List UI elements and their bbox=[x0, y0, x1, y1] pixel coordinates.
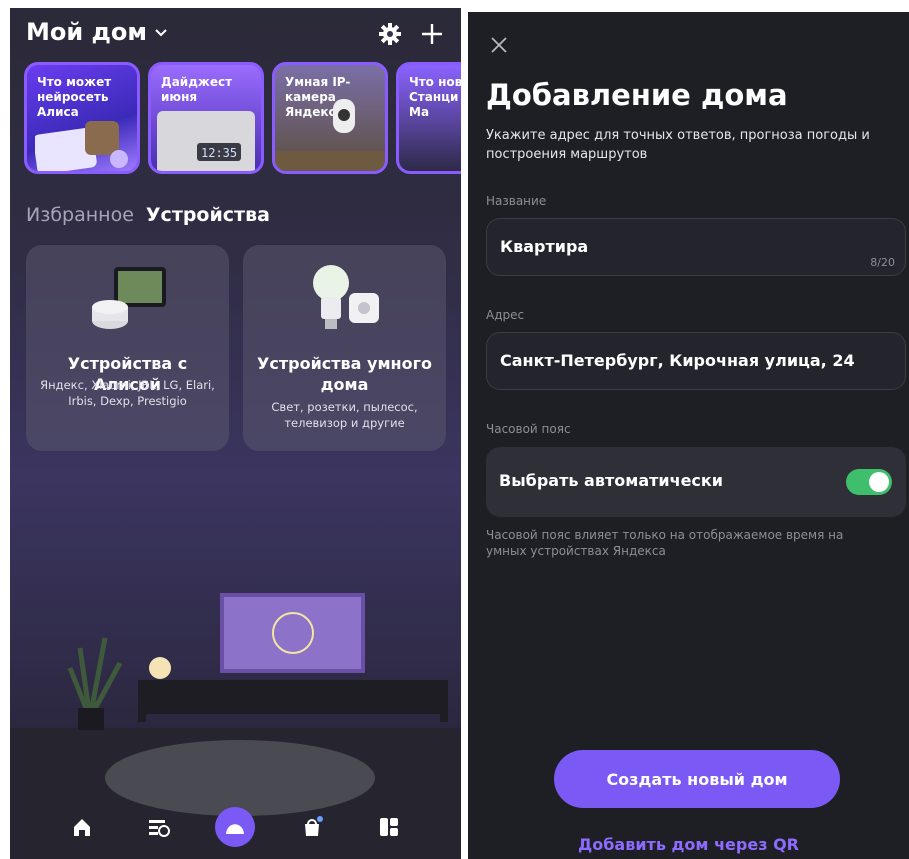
tab-favorites[interactable]: Избранное bbox=[26, 204, 134, 226]
page-subtitle: Укажите адрес для точных ответов, прогно… bbox=[486, 128, 870, 162]
smart-bulb-plug-illustration bbox=[313, 265, 379, 329]
tab-devices[interactable]: Устройства bbox=[146, 204, 270, 226]
stories-carousel: Что может нейросеть Алиса Дайджест июня … bbox=[24, 62, 461, 174]
story-card[interactable]: Умная IP-камера Яндекса bbox=[272, 62, 388, 174]
page-title: Добавление дома bbox=[486, 78, 788, 112]
alice-icon[interactable] bbox=[215, 807, 256, 847]
home-screen: Мой дом Что может нейросеть Алиса Дайдже… bbox=[10, 8, 461, 859]
alice-devices-card[interactable]: Устройства с Алисой Яндекс, Xiaomi, JBL,… bbox=[26, 245, 229, 451]
home-selector[interactable]: Мой дом bbox=[26, 18, 169, 46]
add-home-via-qr-link[interactable]: Добавить дом через QR bbox=[468, 835, 909, 854]
timezone-section-label: Часовой пояс bbox=[486, 422, 571, 436]
home-title: Мой дом bbox=[26, 18, 148, 46]
card-title: Устройства умного дома bbox=[257, 354, 432, 394]
widgets-icon[interactable] bbox=[369, 807, 409, 847]
name-value: Квартира bbox=[500, 237, 589, 256]
story-illustration bbox=[35, 121, 128, 171]
add-plus-icon[interactable] bbox=[418, 20, 446, 48]
timezone-auto-toggle[interactable] bbox=[846, 469, 892, 495]
story-illustration: 12:35 bbox=[157, 111, 255, 171]
story-text: Дайджест июня bbox=[161, 75, 233, 104]
create-home-button[interactable]: Создать новый дом bbox=[554, 750, 840, 808]
timezone-auto-label: Выбрать автоматически bbox=[499, 471, 723, 490]
shop-icon[interactable] bbox=[292, 807, 332, 847]
story-card[interactable]: Дайджест июня 12:35 bbox=[148, 62, 264, 174]
story-text: Что нов Станци Дуо Ма bbox=[409, 75, 461, 119]
story-card[interactable]: Что может нейросеть Алиса bbox=[24, 62, 140, 174]
alice-speaker-illustration bbox=[92, 267, 166, 329]
svg-text:12:35: 12:35 bbox=[201, 146, 237, 160]
bottom-nav bbox=[10, 795, 461, 859]
address-value: Санкт-Петербург, Кирочная улица, 24 bbox=[500, 351, 855, 370]
timezone-note: Часовой пояс влияет только на отображаем… bbox=[486, 528, 844, 558]
toggle-knob bbox=[869, 472, 889, 492]
name-counter: 8/20 bbox=[870, 256, 895, 269]
devices-scenarios-icon[interactable] bbox=[139, 807, 179, 847]
add-home-sheet: Добавление дома Укажите адрес для точных… bbox=[468, 12, 909, 859]
close-icon[interactable] bbox=[488, 34, 510, 56]
name-label: Название bbox=[486, 194, 547, 208]
settings-gear-icon[interactable] bbox=[376, 20, 404, 48]
card-subtitle: Свет, розетки, пылесос, телевизор и друг… bbox=[271, 400, 418, 430]
name-field[interactable]: Квартира 8/20 bbox=[486, 218, 906, 276]
home-icon[interactable] bbox=[62, 807, 102, 847]
chevron-down-icon bbox=[155, 29, 167, 37]
timezone-auto-row[interactable]: Выбрать автоматически bbox=[486, 447, 906, 517]
smart-home-devices-card[interactable]: Устройства умного дома Свет, розетки, пы… bbox=[243, 245, 446, 451]
card-subtitle: Яндекс, Xiaomi, JBL, LG, Elari, Irbis, D… bbox=[40, 378, 215, 408]
story-illustration bbox=[275, 99, 385, 171]
tabs: Избранное Устройства bbox=[26, 204, 270, 226]
address-label: Адрес bbox=[486, 308, 525, 322]
address-field[interactable]: Санкт-Петербург, Кирочная улица, 24 bbox=[486, 332, 906, 390]
story-card[interactable]: Что нов Станци Дуо Ма bbox=[396, 62, 461, 174]
story-text: Что может нейросеть Алиса bbox=[37, 75, 112, 119]
